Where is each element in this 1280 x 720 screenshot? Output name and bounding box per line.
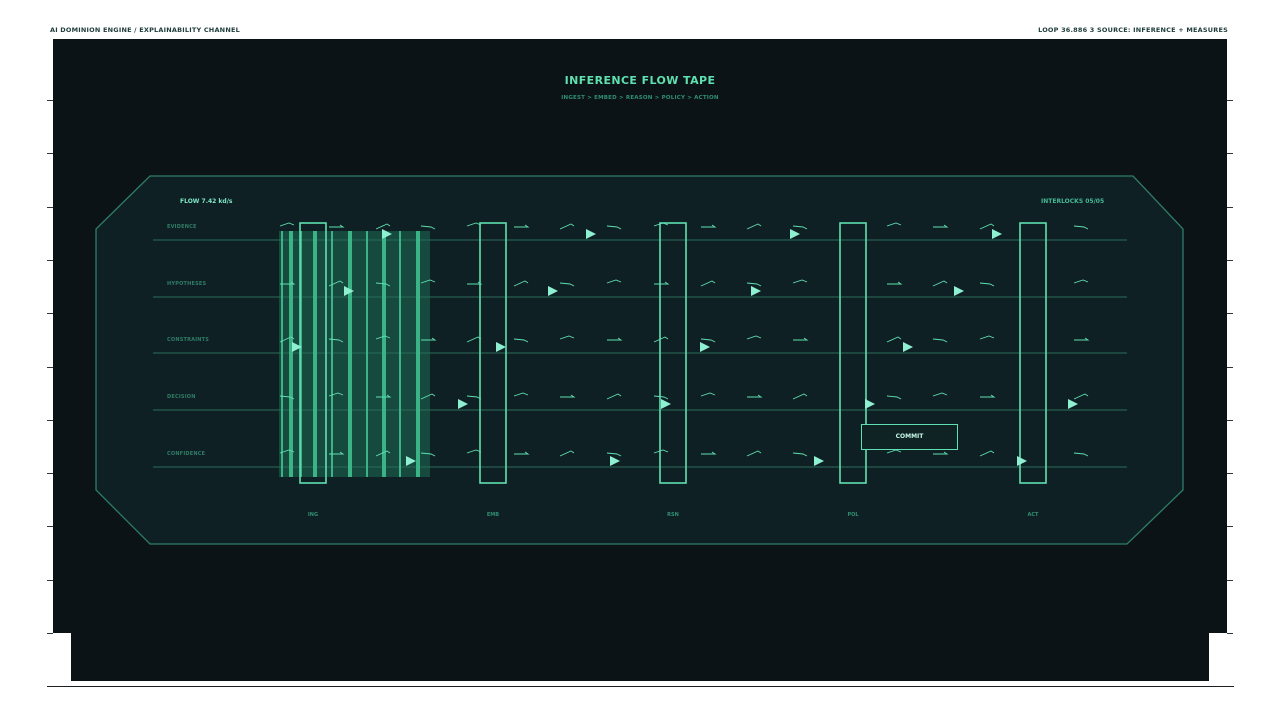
interlocks-readout: INTERLOCKS 05/05 [1041,198,1105,205]
ingest-stripe [382,231,386,477]
ingest-activity [279,231,430,477]
ingest-stripe [281,231,283,477]
lane-label-evidence: EVIDENCE [167,224,197,230]
flow-rate-readout: FLOW 7.42 kd/s [180,198,233,205]
ingest-stripe [313,231,317,477]
flow-tape-canvas [95,175,1184,545]
stage-label-rsn: RSN [667,512,679,518]
ingest-stripe [348,231,352,477]
lane-label-hypotheses: HYPOTHESES [167,281,207,287]
lane-label-decision: DECISION [167,394,196,400]
stage-label-pol: POL [847,512,859,518]
commit-button[interactable]: COMMIT [861,424,958,450]
ingest-stripe [366,231,368,477]
ingest-stripe [399,231,401,477]
stage-label-emb: EMB [486,512,500,518]
ingest-stripe [416,231,420,477]
ingest-stripe [331,231,333,477]
ingest-stripe [289,231,293,477]
stage-label-ing: ING [307,512,319,518]
lane-label-confidence: CONFIDENCE [167,451,206,457]
stage-label-act: ACT [1027,512,1039,518]
lane-label-constraints: CONSTRAINTS [167,337,210,343]
